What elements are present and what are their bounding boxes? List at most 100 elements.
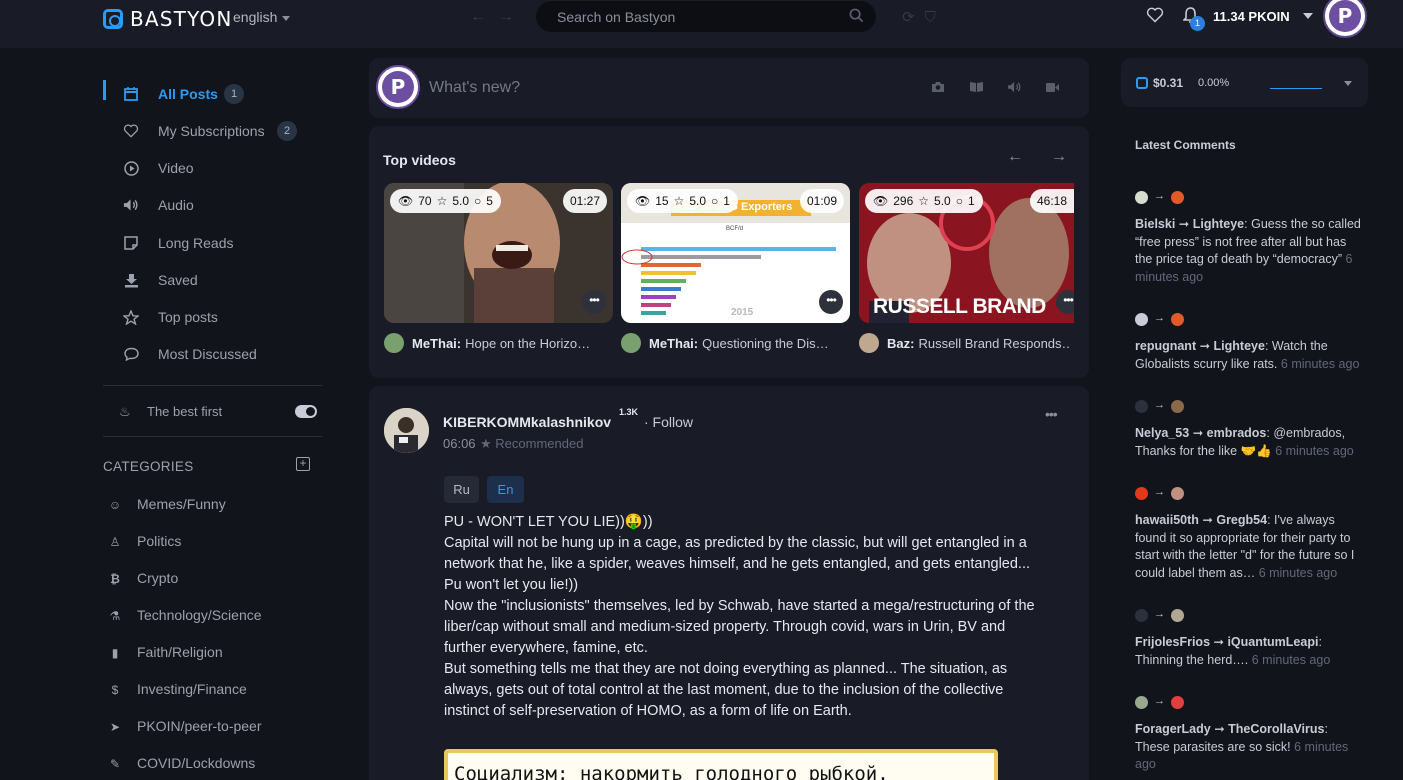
follow-button[interactable]: · Follow — [644, 414, 693, 430]
star-icon — [123, 309, 139, 325]
avatar[interactable] — [1171, 695, 1184, 709]
history-arrows[interactable]: ←→ — [470, 8, 526, 26]
video-card[interactable]: RUSSELL BRAND 👁 296 ☆ 5.0 ○ 1 46:18 ••• — [859, 183, 1074, 323]
avatar[interactable] — [384, 408, 429, 453]
sort-toggle[interactable] — [295, 405, 317, 418]
video-caption[interactable]: MeThai: Hope on the Horizo… — [384, 332, 613, 354]
eye-icon: 👁 — [398, 194, 414, 208]
add-category-icon[interactable]: + — [296, 457, 310, 471]
comment-time: 6 minutes ago — [1280, 356, 1360, 371]
search-icon[interactable] — [849, 8, 864, 23]
compose-box[interactable]: P What's new? — [369, 58, 1089, 118]
pkoin-change: 0.00% — [1198, 77, 1230, 89]
refresh-shield-icons[interactable]: ⟳⛉ — [902, 8, 946, 26]
comment-from[interactable]: hawaii50th — [1135, 513, 1199, 527]
play-icon — [123, 160, 139, 176]
more-icon[interactable]: ••• — [1056, 290, 1074, 314]
post-paragraph: But something tells me that they are not… — [444, 661, 1008, 719]
avatar[interactable] — [1171, 608, 1184, 622]
comment-from[interactable]: FrijolesFrios — [1135, 635, 1210, 649]
comment-to[interactable]: Lighteye — [1214, 339, 1265, 353]
video-title: Russell Brand Responds… — [918, 335, 1069, 351]
video-stats: 👁 296 ☆ 5.0 ○ 1 — [865, 189, 983, 213]
avatar[interactable] — [1171, 486, 1184, 500]
comment-text-block: Nelya_53 ➞ embrados: @embrados, Thanks f… — [1135, 425, 1365, 460]
comment-from[interactable]: Nelya_53 — [1135, 426, 1189, 440]
comment-item[interactable]: → Nelya_53 ➞ embrados: @embrados, Thanks … — [1135, 399, 1365, 460]
category-label: Faith/Religion — [137, 644, 223, 660]
comment-to[interactable]: Gregb54 — [1216, 513, 1267, 527]
comment-from[interactable]: Bielski — [1135, 217, 1175, 231]
comment-item[interactable]: → ForagerLady ➞ TheCorollaVirus: These pa… — [1135, 695, 1365, 774]
video-stats: 👁 15 ☆ 5.0 ○ 1 — [627, 189, 738, 213]
video-caption[interactable]: Baz: Russell Brand Responds… — [859, 332, 1069, 354]
comment-arrow: ➞ — [1189, 426, 1207, 440]
video-card[interactable]: Top 10 LNG Exporters BCF/d 2015 👁15 ☆5.0… — [621, 183, 850, 323]
avatar[interactable] — [1135, 608, 1148, 622]
comment-time: 6 minutes ago — [1258, 565, 1338, 580]
avatar[interactable] — [1171, 190, 1184, 204]
more-icon[interactable]: ••• — [819, 290, 843, 314]
comment-item[interactable]: → repugnant ➞ Lighteye: Watch the Globali… — [1135, 312, 1365, 373]
comment-from[interactable]: ForagerLady — [1135, 722, 1211, 736]
comment-to[interactable]: TheCorollaVirus — [1228, 722, 1324, 736]
search-input[interactable] — [536, 1, 876, 32]
avatar[interactable] — [1135, 695, 1148, 709]
arrow-right-icon[interactable]: → — [1051, 148, 1067, 166]
logo-text: BASTYON — [130, 7, 233, 31]
comment-to[interactable]: Lighteye — [1193, 217, 1244, 231]
comment-item[interactable]: → FrijolesFrios ➞ iQuantumLeapi: Thinning… — [1135, 608, 1365, 669]
post-image[interactable]: Социализм: накормить голодного рыбкой. — [444, 749, 998, 780]
count-badge: 2 — [277, 121, 297, 141]
heart-icon[interactable] — [1146, 7, 1164, 23]
book-open-icon[interactable] — [969, 80, 985, 94]
comments-count: 1 — [967, 194, 975, 208]
more-icon[interactable]: ••• — [1045, 406, 1058, 422]
arrow-left-icon[interactable]: ← — [1007, 148, 1023, 166]
comment-to[interactable]: iQuantumLeapi — [1227, 635, 1318, 649]
comment-item[interactable]: → hawaii50th ➞ Gregb54: I've always found… — [1135, 486, 1365, 582]
comment-icon: ○ — [474, 194, 482, 208]
avatar[interactable] — [1171, 312, 1184, 326]
star-icon: ☆ — [436, 194, 448, 208]
arrow-right-icon: → — [1154, 695, 1165, 708]
language-selector[interactable]: english — [233, 9, 290, 25]
syringe-icon: ✎ — [109, 757, 121, 771]
comment-item[interactable]: → Bielski ➞ Lighteye: Guess the so called… — [1135, 190, 1365, 286]
categories-heading: CATEGORIES — [103, 459, 194, 474]
post-image-caption: Социализм: накормить голодного рыбкой. — [454, 763, 889, 780]
sidebar-item-label: Long Reads — [158, 235, 234, 251]
post-author[interactable]: KIBERKOMMkalashnikov — [443, 414, 611, 430]
video-card[interactable]: 👁 70 ☆ 5.0 ○ 5 01:27 ••• — [384, 183, 613, 323]
compose-placeholder[interactable]: What's new? — [429, 79, 520, 97]
chevron-down-icon[interactable] — [1344, 81, 1352, 86]
latest-comments-title: Latest Comments — [1135, 138, 1236, 152]
comment-icon — [123, 346, 139, 362]
speaker-icon[interactable] — [1007, 80, 1023, 94]
more-icon[interactable]: ••• — [582, 290, 606, 314]
video-duration: 01:09 — [799, 189, 844, 213]
comment-to[interactable]: embrados — [1207, 426, 1267, 440]
avatar[interactable] — [1135, 190, 1148, 204]
avatar[interactable] — [1171, 399, 1184, 413]
bastyon-logo[interactable]: BASTYON — [103, 7, 233, 31]
language-ru-button[interactable]: Ru — [444, 476, 479, 503]
video-title: Hope on the Horizo… — [465, 335, 591, 351]
colon: : — [1318, 635, 1322, 649]
avatar[interactable] — [1135, 312, 1148, 326]
wallet-balance[interactable]: 11.34 PKOIN — [1213, 9, 1290, 24]
chevron-down-icon[interactable] — [1303, 13, 1313, 19]
pkoin-price-widget[interactable]: $0.31 0.00% — [1121, 58, 1368, 107]
avatar[interactable] — [1135, 486, 1148, 500]
video-caption[interactable]: MeThai: Questioning the Dis… — [621, 332, 850, 354]
camera-icon[interactable] — [931, 80, 947, 94]
avatar[interactable]: P — [1323, 0, 1367, 38]
colon: : — [1324, 722, 1328, 736]
comments-count: 1 — [723, 194, 730, 208]
comment-from[interactable]: repugnant — [1135, 339, 1196, 353]
heart-icon — [123, 123, 139, 139]
video-camera-icon[interactable] — [1045, 80, 1061, 94]
language-en-button[interactable]: En — [487, 476, 524, 503]
microscope-icon: ⚗ — [109, 609, 121, 623]
avatar[interactable] — [1135, 399, 1148, 413]
